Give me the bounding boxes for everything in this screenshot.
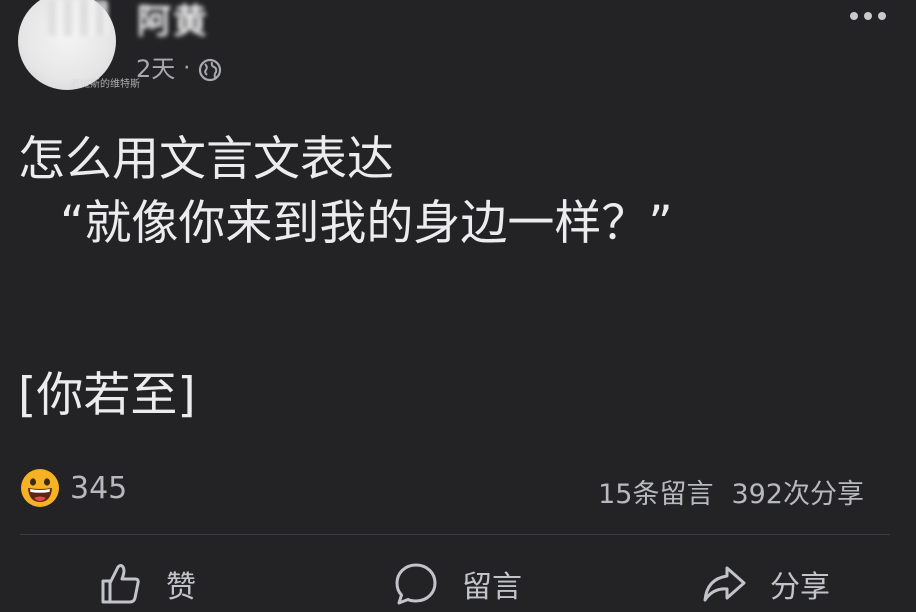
more-dots-icon[interactable]	[850, 4, 886, 28]
share-label: 分享	[770, 570, 830, 605]
divider	[20, 534, 890, 535]
post-card: 老挝斯的维特斯 阿黄 2天 · 怎么用文言文表达 “就像你来到我的身边一样？” …	[0, 0, 916, 612]
like-button[interactable]: 赞	[98, 558, 196, 610]
thumbs-up-icon	[101, 564, 140, 604]
reaction-summary[interactable]: 345	[20, 468, 127, 508]
engagement-stats: 15条留言 392次分享	[598, 472, 864, 511]
post-time[interactable]: 2天	[136, 52, 175, 86]
post-content: 怎么用文言文表达 “就像你来到我的身边一样？” [你若至]	[18, 128, 898, 428]
share-arrow-icon	[703, 566, 746, 602]
like-label: 赞	[166, 570, 196, 605]
more-dot	[850, 12, 858, 20]
share-count[interactable]: 392次分享	[731, 472, 864, 511]
meta-separator: ·	[183, 56, 191, 81]
comment-label: 留言	[462, 570, 522, 605]
post-line-answer: [你若至]	[18, 368, 196, 423]
avatar-blur	[48, 0, 108, 36]
share-button[interactable]: 分享	[700, 558, 830, 610]
grinning-emoji-icon	[21, 469, 59, 507]
comment-count[interactable]: 15条留言	[598, 472, 713, 511]
post-meta: 2天 ·	[136, 52, 222, 86]
globe-icon	[198, 57, 222, 82]
more-dot	[878, 12, 886, 20]
reaction-count: 345	[70, 470, 128, 506]
comment-button[interactable]: 留言	[392, 558, 522, 610]
post-line-question: 怎么用文言文表达	[18, 132, 394, 187]
more-dot	[864, 12, 872, 20]
watermark: 老挝斯的维特斯	[70, 79, 140, 90]
username[interactable]: 阿黄	[137, 2, 209, 42]
comment-bubble-icon	[395, 563, 437, 605]
post-line-quote: “就像你来到我的身边一样？”	[60, 196, 673, 251]
